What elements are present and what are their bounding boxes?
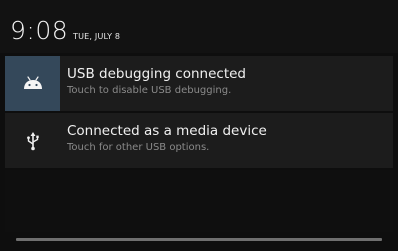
- notification-title: Connected as a media device: [67, 123, 267, 139]
- usb-icon: [5, 113, 60, 168]
- android-icon: [5, 56, 60, 111]
- shade-header: 9:08 TUE, JULY 8: [0, 0, 398, 53]
- empty-notification-area: [5, 170, 393, 232]
- notification-title: USB debugging connected: [67, 66, 247, 82]
- date: TUE, JULY 8: [73, 32, 121, 41]
- notification-shade: 9:08 TUE, JULY 8 USB debugging connected…: [0, 0, 398, 251]
- notification-media-device[interactable]: Connected as a media device Touch for ot…: [5, 113, 393, 168]
- clock: 9:08: [10, 16, 69, 45]
- shade-drag-handle[interactable]: [16, 238, 382, 241]
- notification-usb-debugging[interactable]: USB debugging connected Touch to disable…: [5, 56, 393, 111]
- notification-subtitle: Touch for other USB options.: [67, 142, 210, 153]
- notification-subtitle: Touch to disable USB debugging.: [67, 85, 232, 96]
